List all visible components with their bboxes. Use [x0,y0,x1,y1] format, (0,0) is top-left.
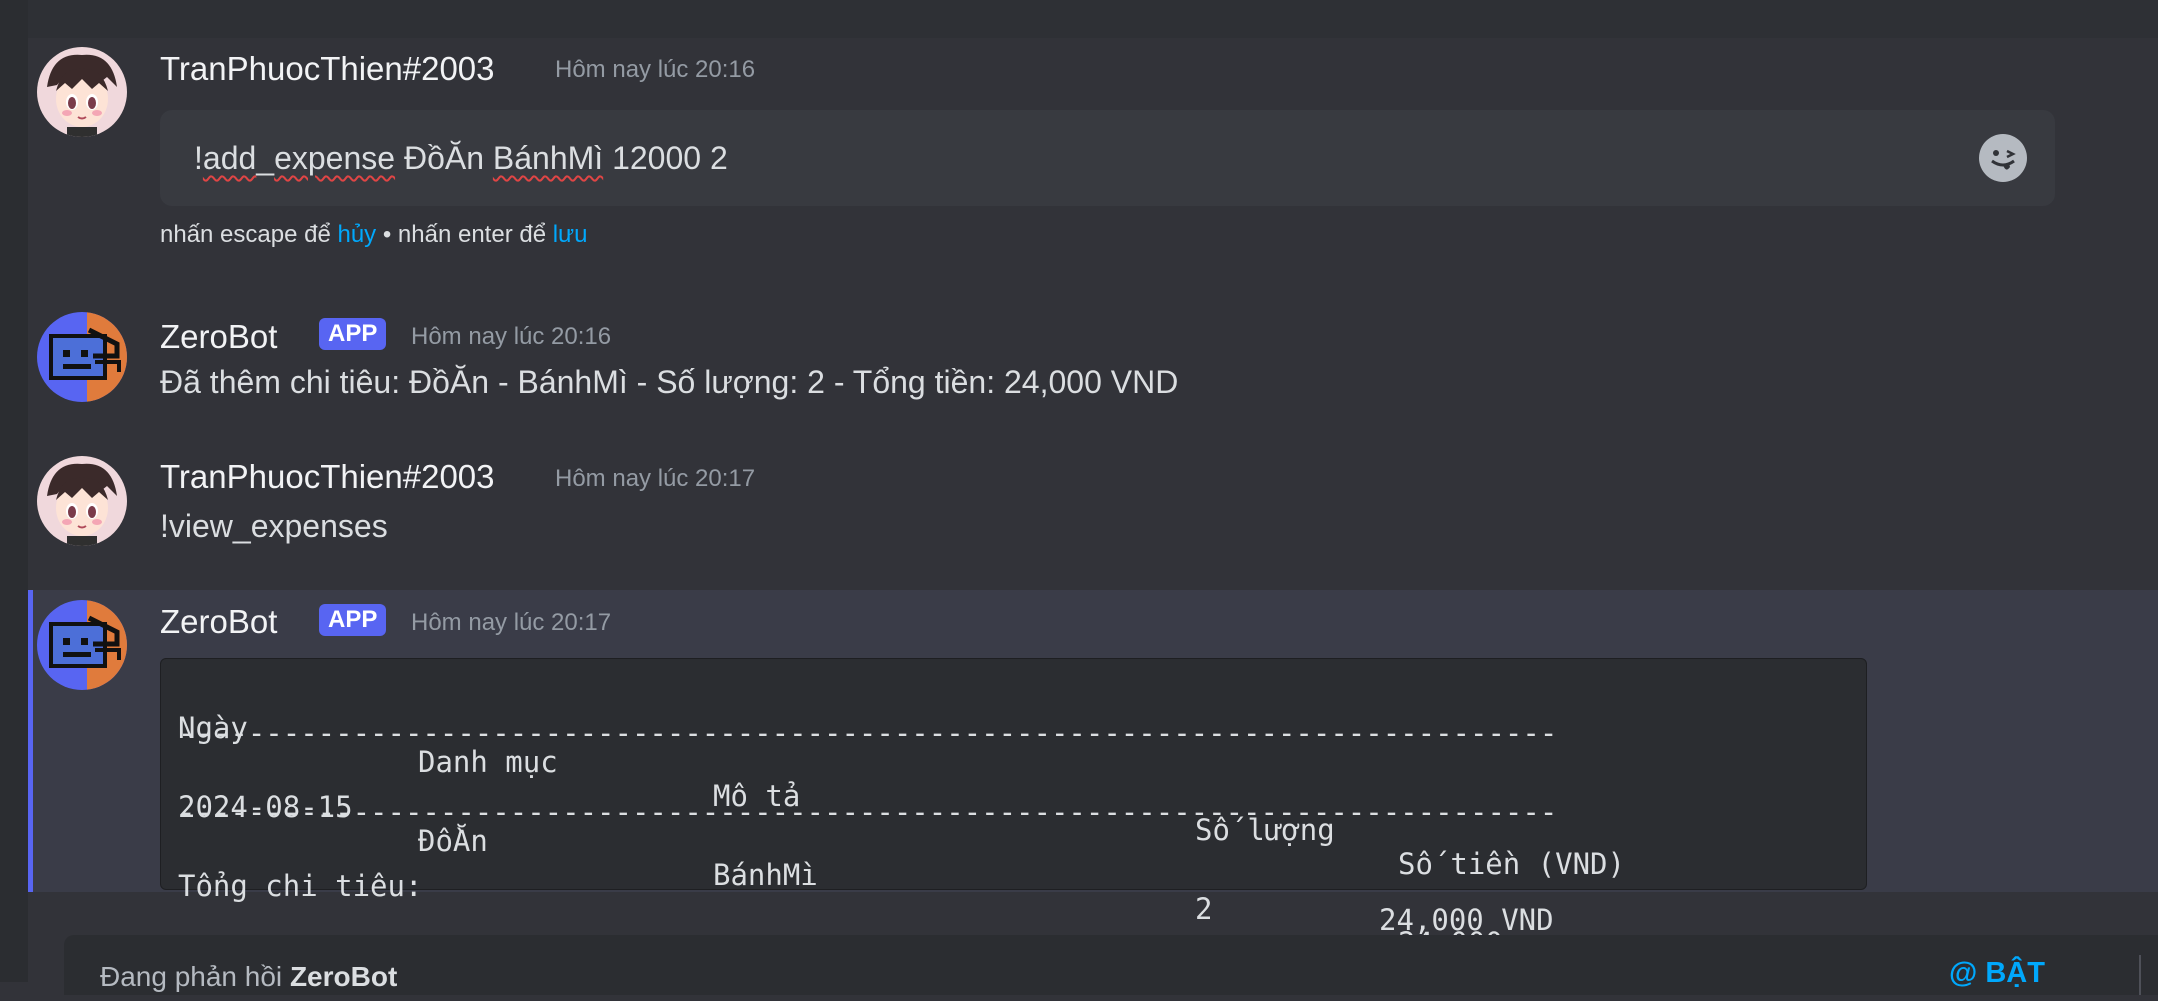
table-separator: ----------------------------------------… [178,795,1558,829]
table-total-label: Tổng chi tiêu: [178,869,423,903]
message-author[interactable]: ZeroBot [160,603,277,641]
table-total-value: 24,000 VND [1379,903,1554,937]
message-content: !view_expenses [160,508,388,544]
message-timestamp[interactable]: Hôm nay lúc 20:16 [555,56,755,84]
message-timestamp[interactable]: Hôm nay lúc 20:16 [411,323,611,351]
anime-avatar-icon [37,456,127,546]
cancel-edit-link[interactable]: hủy [337,221,376,248]
message-timestamp[interactable]: Hôm nay lúc 20:17 [555,465,755,493]
previous-message-area [28,0,2158,38]
bot-avatar[interactable] [37,600,127,690]
bot-avatar[interactable] [37,312,127,402]
user-avatar[interactable] [37,456,127,546]
user-avatar[interactable] [37,47,127,137]
message-timestamp[interactable]: Hôm nay lúc 20:17 [411,609,611,637]
reply-bar: Đang phản hồi ZeroBot @ BẬT [64,935,2158,995]
table-separator: ----------------------------------------… [178,716,1558,750]
pixel-bot-avatar-icon [37,312,127,402]
message-author[interactable]: TranPhuocThien#2003 [160,458,495,496]
mention-toggle-button[interactable]: @ BẬT [1949,957,2045,990]
left-gutter [0,0,28,982]
anime-avatar-icon [37,47,127,137]
code-block-table: Ngày Danh mục Mô tả Số lượng Số tiền (VN… [160,658,1867,960]
save-edit-link[interactable]: lưu [553,221,588,248]
message-edit-box[interactable]: !add_expense ĐồĂn BánhMì 12000 2 [160,110,2055,206]
edit-hint: nhấn escape để hủy • nhấn enter để lưu [160,221,588,248]
emoji-button[interactable] [1979,134,2027,182]
app-badge: APP [319,604,387,636]
message-content: Đã thêm chi tiêu: ĐồĂn - BánhMì - Số lượ… [160,364,1179,400]
divider [2139,955,2141,995]
message-author[interactable]: ZeroBot [160,318,277,356]
pixel-bot-avatar-icon [37,600,127,690]
reply-target[interactable]: ZeroBot [290,961,397,992]
app-badge: APP [319,318,387,350]
reply-indicator: Đang phản hồi ZeroBot [100,961,398,992]
message-author[interactable]: TranPhuocThien#2003 [160,50,495,88]
emoji-face-icon [1985,140,2021,176]
message-edit-input[interactable]: !add_expense ĐồĂn BánhMì 12000 2 [194,140,728,177]
